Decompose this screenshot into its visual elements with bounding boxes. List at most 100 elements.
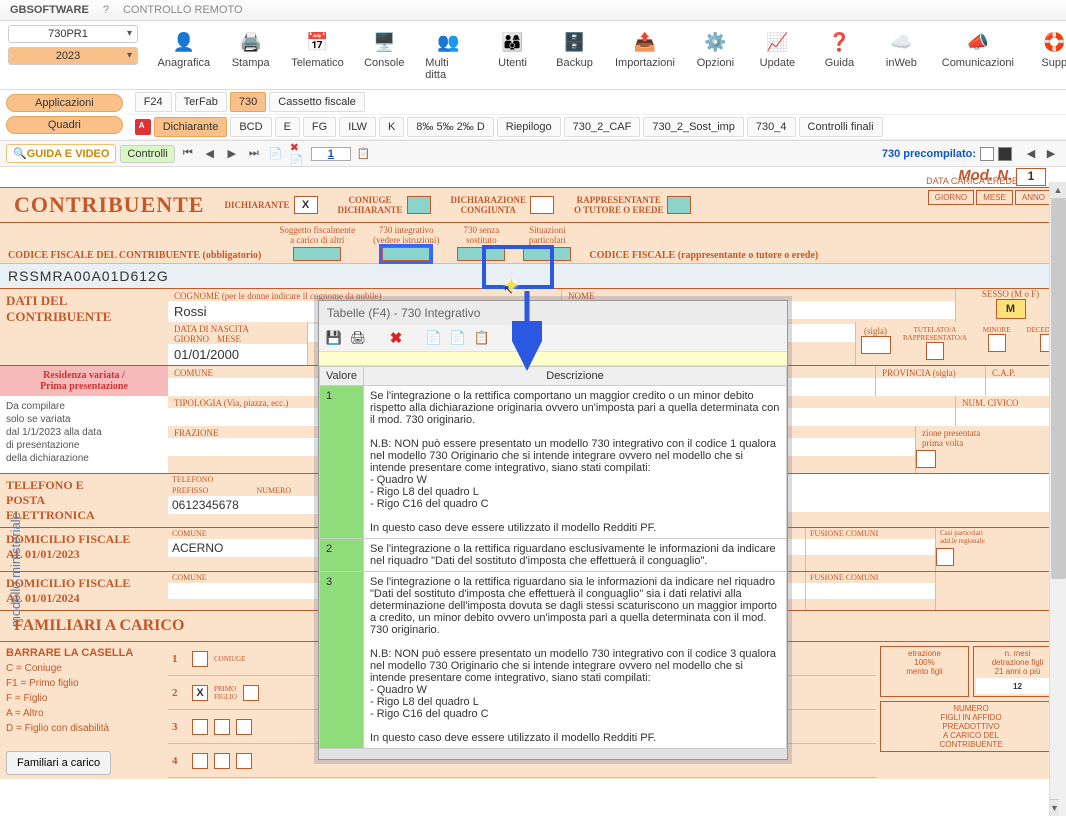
r1-c[interactable] xyxy=(192,651,208,667)
dom1-fusione[interactable] xyxy=(806,539,935,555)
r2-b[interactable] xyxy=(243,685,259,701)
coniuge-check[interactable] xyxy=(407,196,431,214)
ribbon-multi ditta[interactable]: 👥Multi ditta xyxy=(419,25,477,85)
col-descrizione: Descrizione xyxy=(363,367,786,386)
tab-terfab[interactable]: TerFab xyxy=(175,92,227,112)
subtab-10[interactable]: 730_4 xyxy=(747,117,796,137)
applicazioni-pill[interactable]: Applicazioni xyxy=(6,94,123,112)
popup-save-icon[interactable]: 💾 xyxy=(325,329,343,347)
help-link[interactable]: ? xyxy=(103,4,109,16)
popup-doc2-icon[interactable]: 📄 xyxy=(449,329,467,347)
subtab-8[interactable]: 730_2_CAF xyxy=(564,117,641,137)
subtab-7[interactable]: Riepilogo xyxy=(497,117,561,137)
stampa-icon: 🖨️ xyxy=(238,29,264,55)
subtab-0[interactable]: Dichiarante xyxy=(154,117,228,137)
scroll-thumb[interactable] xyxy=(1051,199,1066,579)
page-number[interactable]: 1 xyxy=(311,147,351,161)
sigla-box[interactable] xyxy=(861,336,891,354)
precomp-box-2[interactable] xyxy=(998,147,1012,161)
subtab-5[interactable]: K xyxy=(379,117,404,137)
cf-carico-box[interactable] xyxy=(293,247,341,261)
popup-row[interactable]: 2Se l'integrazione o la rettifica riguar… xyxy=(320,539,787,572)
popup-doc1-icon[interactable]: 📄 xyxy=(425,329,443,347)
minore-box[interactable] xyxy=(988,334,1006,352)
dichiarante-check[interactable]: X xyxy=(294,196,318,214)
barrare-label: BARRARE LA CASELLA xyxy=(6,647,133,659)
subtab-9[interactable]: 730_2_Sost_imp xyxy=(643,117,744,137)
delete-page-icon[interactable]: ✖📄 xyxy=(289,145,307,163)
data-nascita-field[interactable]: 01/01/2000 xyxy=(168,344,307,365)
remote-control-link[interactable]: CONTROLLO REMOTO xyxy=(123,4,243,16)
popup-row[interactable]: 3Se l'integrazione o la rettifica riguar… xyxy=(320,572,787,749)
residenza-variata[interactable]: Residenza variata / Prima presentazione xyxy=(0,366,168,396)
popup-row[interactable]: 1Se l'integrazione o la rettifica compor… xyxy=(320,386,787,539)
cf-senza-box[interactable] xyxy=(457,247,505,261)
new-page-icon[interactable]: 📄 xyxy=(267,145,285,163)
subtab-1[interactable]: BCD xyxy=(230,117,271,137)
cf-situazioni-box[interactable] xyxy=(523,247,571,261)
r2-x[interactable]: X xyxy=(192,685,208,701)
casi-box[interactable] xyxy=(936,548,954,566)
ribbon-guida[interactable]: ❓Guida xyxy=(812,25,866,85)
quadri-pill[interactable]: Quadri xyxy=(6,116,123,134)
rappresentante-check[interactable] xyxy=(667,196,691,214)
scroll-down[interactable]: ▼ xyxy=(1050,799,1059,816)
ribbon-importazioni[interactable]: 📤Importazioni xyxy=(610,25,681,85)
controlli-button[interactable]: Controlli xyxy=(120,145,174,163)
clipboard-icon[interactable]: 📋 xyxy=(355,145,373,163)
ribbon-utenti[interactable]: 👨‍👩‍👦Utenti xyxy=(486,25,540,85)
subtab-11[interactable]: Controlli finali xyxy=(799,117,883,137)
subtab-2[interactable]: E xyxy=(275,117,300,137)
ribbon-opzioni[interactable]: ⚙️Opzioni xyxy=(688,25,742,85)
erede-anno-label: ANNO xyxy=(1015,190,1052,205)
ribbon-comunicazioni[interactable]: 📣Comunicazioni xyxy=(936,25,1019,85)
guide-video-button[interactable]: 🔍GUIDA E VIDEO xyxy=(6,144,116,163)
pdf-icon[interactable] xyxy=(135,119,151,135)
year-dropdown[interactable]: 2023 xyxy=(8,47,138,65)
ribbon-console[interactable]: 🖥️Console xyxy=(357,25,411,85)
scroll-left[interactable]: ◀ xyxy=(1022,145,1040,163)
popup-print-icon[interactable]: 🖨 xyxy=(349,329,367,347)
sesso-field[interactable]: M xyxy=(996,299,1026,319)
congiunta-check[interactable] xyxy=(530,196,554,214)
nav-last[interactable]: ⏭ xyxy=(245,145,263,163)
dom2-fusione[interactable] xyxy=(806,583,935,599)
legend-item: C = Coniuge xyxy=(6,661,162,676)
cf-value[interactable]: RSSMRA00A01D612G xyxy=(0,264,1066,289)
nav-first[interactable]: ⏮ xyxy=(179,145,197,163)
scroll-right[interactable]: ▶ xyxy=(1042,145,1060,163)
tel-section: TELEFONO E POSTA ELETTRONICA xyxy=(0,474,168,527)
ribbon-stampa[interactable]: 🖨️Stampa xyxy=(224,25,278,85)
mesi-value[interactable]: 12 xyxy=(976,678,1059,694)
tutelato-box[interactable] xyxy=(926,342,944,360)
ribbon-update[interactable]: 📈Update xyxy=(750,25,804,85)
scroll-up[interactable]: ▲ xyxy=(1050,182,1066,199)
popup-close-icon[interactable]: ✖ xyxy=(387,329,405,347)
tab-f24[interactable]: F24 xyxy=(135,92,172,112)
popup-title: Tabelle (F4) - 730 Integrativo xyxy=(319,301,787,325)
popup-scrollbar[interactable] xyxy=(319,749,787,759)
nav-next[interactable]: ▶ xyxy=(223,145,241,163)
vertical-scrollbar[interactable]: ▲ ▼ xyxy=(1049,182,1066,816)
module-dropdown[interactable]: 730PR1 xyxy=(8,25,138,43)
ribbon-supp[interactable]: 🛟Supp xyxy=(1027,25,1066,85)
cf-integrativo-box[interactable] xyxy=(382,247,430,261)
ribbon-inweb[interactable]: ☁️inWeb xyxy=(874,25,928,85)
precomp-box-1[interactable] xyxy=(980,147,994,161)
prima-volta-box[interactable] xyxy=(916,450,936,468)
tab-730[interactable]: 730 xyxy=(230,92,266,112)
subtab-4[interactable]: ILW xyxy=(339,117,376,137)
coniuge-label: CONIUGE DICHIARANTE xyxy=(338,195,403,215)
ribbon-telematico[interactable]: 📅Telematico xyxy=(286,25,350,85)
ribbon-backup[interactable]: 🗄️Backup xyxy=(548,25,602,85)
ribbon-anagrafica[interactable]: 👤Anagrafica xyxy=(152,25,216,85)
nav-prev[interactable]: ◀ xyxy=(201,145,219,163)
supp-icon: 🛟 xyxy=(1041,29,1066,55)
subtab-3[interactable]: FG xyxy=(303,117,336,137)
familiari-button[interactable]: Familiari a carico xyxy=(6,751,111,775)
prima-volta-label: zione presentata prima volta xyxy=(916,426,1065,448)
prov-field[interactable] xyxy=(876,378,985,396)
popup-copy-icon[interactable]: 📋 xyxy=(473,329,491,347)
tab-cassetto-fiscale[interactable]: Cassetto fiscale xyxy=(269,92,365,112)
subtab-6[interactable]: 8‰ 5‰ 2‰ D xyxy=(407,117,493,137)
